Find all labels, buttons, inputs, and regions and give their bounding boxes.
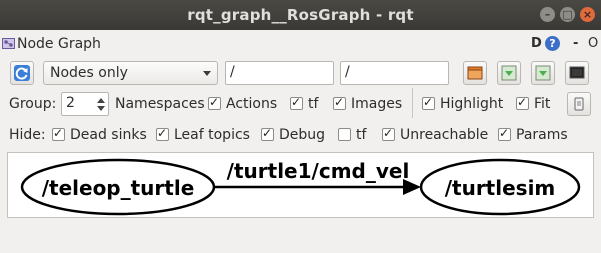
dead-sinks-label: Dead sinks: [70, 127, 147, 143]
edge-cmd-vel-label: /turtle1/cmd_vel: [227, 159, 410, 183]
hide-label: Hide:: [9, 127, 46, 143]
maximize-window-button[interactable]: □: [560, 7, 575, 22]
node-teleop-turtle-label: /teleop_turtle: [42, 176, 195, 200]
highlight-checkbox[interactable]: [422, 95, 435, 110]
highlight-label: Highlight: [440, 96, 504, 112]
pane-float-button[interactable]: O: [588, 36, 598, 51]
debug-checkbox[interactable]: [261, 126, 274, 141]
fit-checkbox[interactable]: [516, 95, 529, 110]
chevron-down-icon: [203, 71, 211, 76]
pane-minimize-button[interactable]: -: [573, 36, 578, 51]
window-title: rqt_graph__RosGraph - rqt: [187, 6, 414, 24]
namespaces-label: Namespaces: [115, 96, 205, 112]
pane-header: Node Graph D ? - O: [0, 33, 601, 55]
graph-svg: /teleop_turtle /turtle1/cmd_vel /turtles…: [20, 158, 581, 216]
params-label: Params: [516, 127, 568, 143]
graph-plugin-icon: [2, 38, 15, 49]
window-titlebar: rqt_graph__RosGraph - rqt – □ ×: [0, 0, 601, 30]
leaf-topics-checkbox[interactable]: [156, 126, 169, 141]
node-filter-input[interactable]: /: [225, 61, 334, 85]
dead-sinks-checkbox[interactable]: [52, 126, 65, 141]
actions-label: Actions: [226, 96, 278, 112]
close-window-button[interactable]: ×: [580, 7, 595, 22]
hide-tf-label: tf: [356, 127, 367, 143]
spin-down-icon[interactable]: [97, 106, 105, 111]
group-label: Group:: [9, 96, 57, 112]
tf-checkbox[interactable]: [333, 95, 346, 110]
leaf-topics-label: Leaf topics: [174, 127, 250, 143]
screenshot-button[interactable]: [565, 61, 589, 85]
images-label: Images: [351, 96, 403, 112]
graph-canvas[interactable]: /teleop_turtle /turtle1/cmd_vel /turtles…: [7, 152, 594, 218]
refresh-icon: [14, 65, 30, 81]
node-turtlesim-label: /turtlesim: [445, 176, 556, 200]
actions-checkbox[interactable]: [290, 95, 303, 110]
refresh-button[interactable]: [10, 61, 34, 85]
pane-d-button[interactable]: D: [531, 36, 542, 51]
help-icon[interactable]: ?: [545, 36, 560, 51]
params-checkbox[interactable]: [498, 126, 511, 141]
namespaces-checkbox[interactable]: [208, 95, 221, 110]
save-dot-icon: [501, 65, 517, 81]
topic-filter-input[interactable]: /: [340, 61, 449, 85]
unreachable-checkbox[interactable]: [382, 126, 395, 141]
load-dot-button[interactable]: [463, 61, 487, 85]
help-icon-glyph: ?: [549, 37, 556, 50]
tf-label: tf: [308, 96, 319, 112]
debug-label: Debug: [279, 127, 326, 143]
options-divider: [412, 88, 413, 118]
folder-open-icon: [467, 66, 483, 80]
graph-mode-value: Nodes only: [50, 65, 128, 81]
minimize-window-button[interactable]: –: [540, 7, 555, 22]
fit-view-icon: [574, 97, 584, 111]
hide-tf-checkbox[interactable]: [338, 128, 351, 141]
unreachable-label: Unreachable: [400, 127, 489, 143]
save-dot-button[interactable]: [497, 61, 521, 85]
group-value: 2: [66, 95, 75, 111]
save-image-button[interactable]: [531, 61, 555, 85]
fit-label: Fit: [534, 96, 551, 112]
group-spinbox[interactable]: 2: [61, 92, 109, 116]
save-image-icon: [535, 65, 551, 81]
pane-title: Node Graph: [17, 36, 101, 52]
fit-in-view-button[interactable]: [567, 92, 591, 116]
monitor-icon: [569, 66, 585, 79]
spin-up-icon[interactable]: [97, 98, 105, 103]
graph-mode-select[interactable]: Nodes only: [43, 61, 218, 85]
